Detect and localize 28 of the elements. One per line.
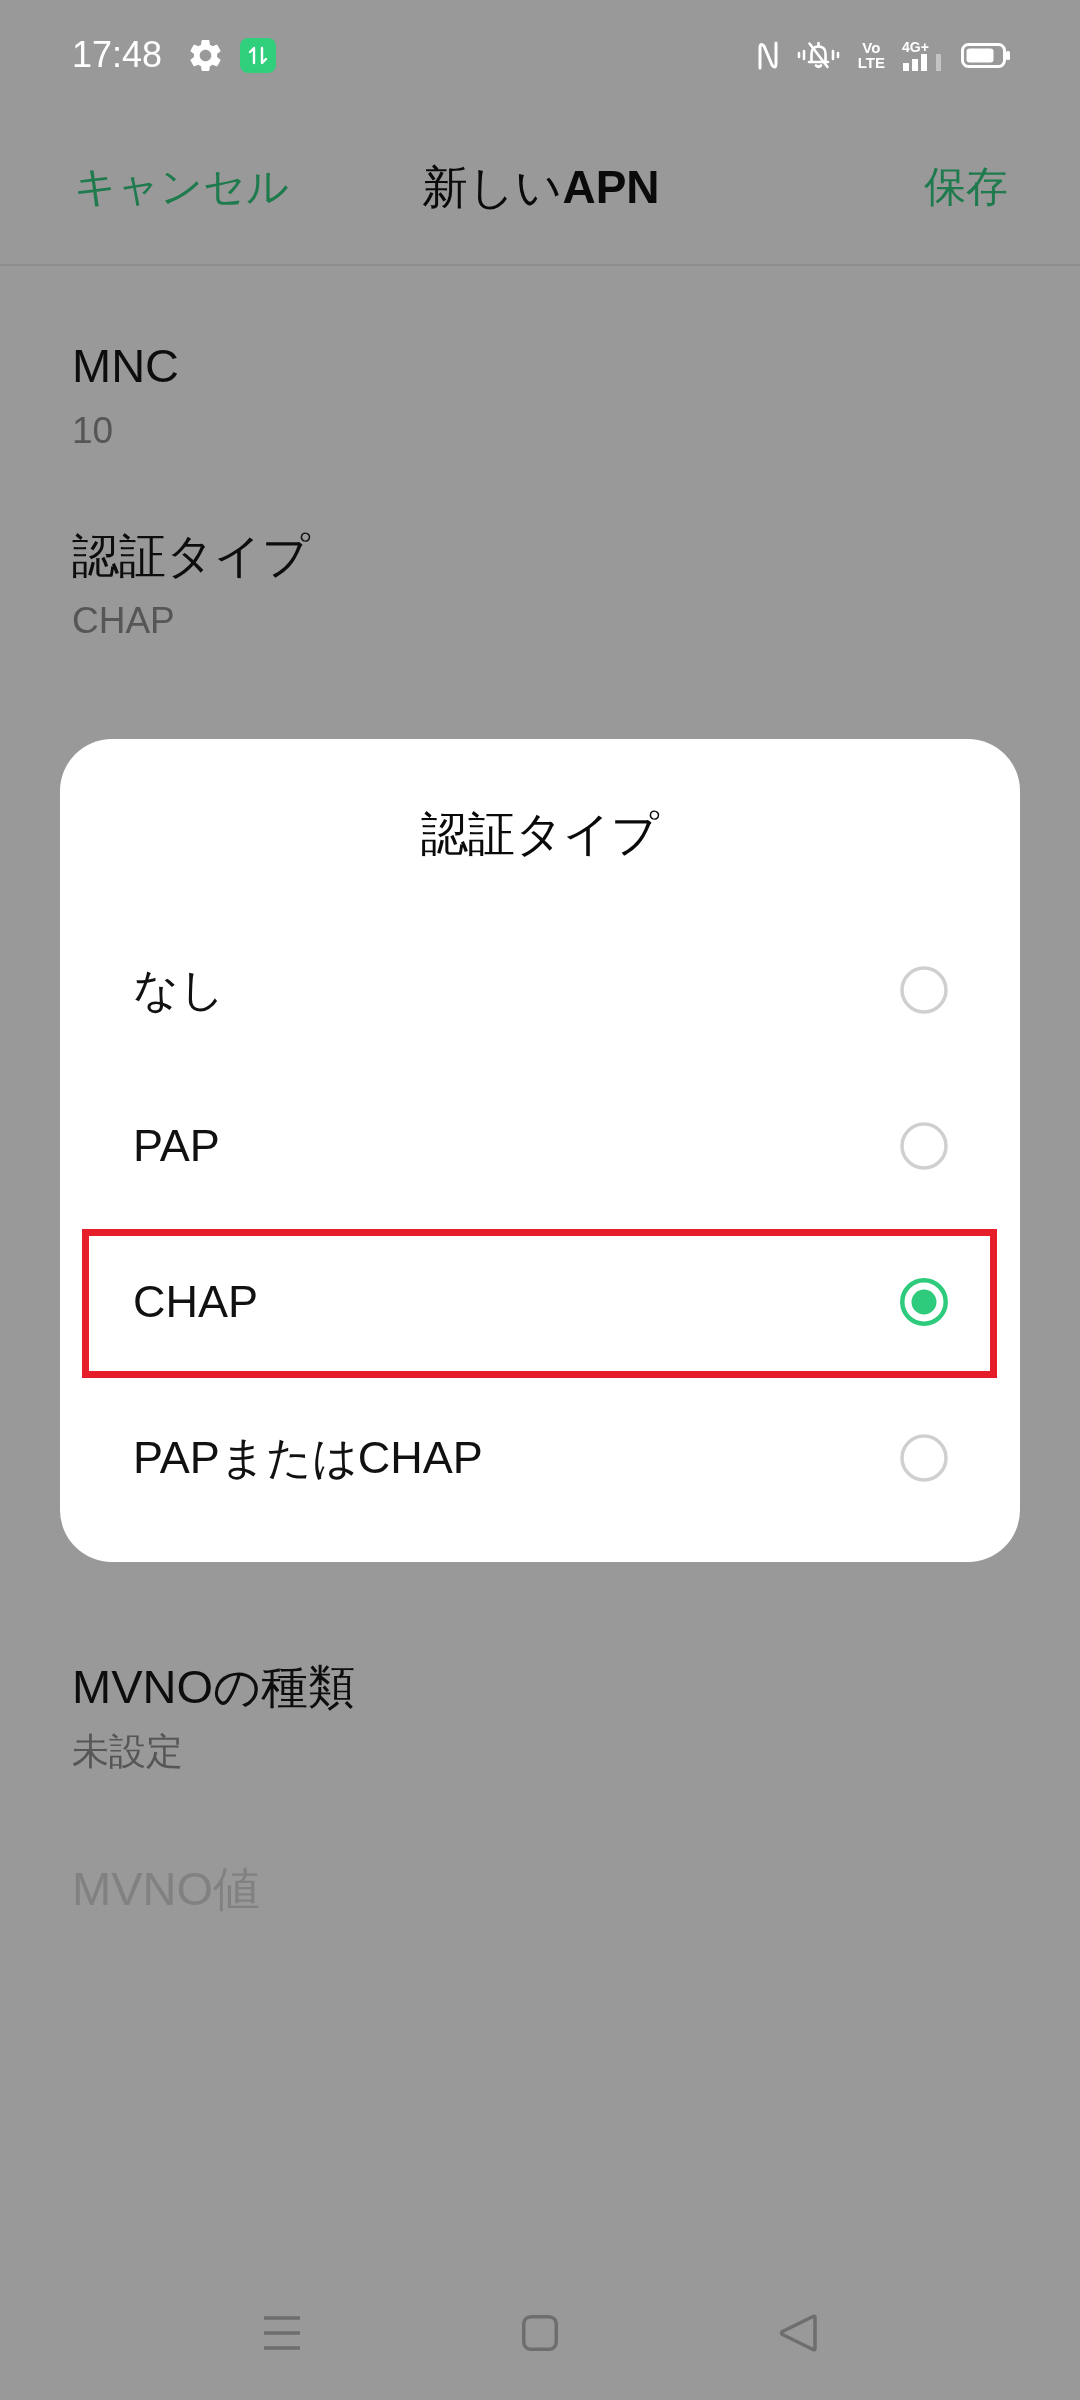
option-label[interactable]: PAPまたはCHAP [133,1430,483,1486]
radio-button[interactable] [900,1278,948,1326]
radio-button[interactable] [900,1434,948,1482]
setting-value: 10 [72,409,114,453]
nfc-icon [756,39,779,71]
menu-icon[interactable] [264,2316,300,2350]
setting-label[interactable]: MNC [72,336,180,396]
clock-time: 17:48 [72,35,163,75]
setting-label[interactable]: 認証タイプ [72,526,310,586]
page-title: 新しいAPN [422,160,660,215]
battery-icon [961,42,1010,68]
muted-bell-icon [795,40,841,70]
option-label[interactable]: なし [133,962,225,1018]
radio-button[interactable] [900,966,948,1014]
settings-icon [190,39,222,71]
setting-value: CHAP [72,599,175,643]
dialog-title: 認証タイプ [421,806,659,862]
square-icon[interactable] [522,2315,558,2351]
radio-button[interactable] [900,1122,948,1170]
setting-label[interactable]: MVNOの種類 [72,1657,355,1717]
signal-icon [902,53,944,71]
setting-value: 未設定 [72,1730,183,1774]
volte-indicator: Vo LTE [857,40,885,70]
option-label[interactable]: CHAP [133,1274,259,1330]
up-down-arrows-icon [240,37,277,73]
option-label[interactable]: PAP [133,1118,220,1174]
left-triangle-icon[interactable] [779,2313,817,2353]
network-type-label: 4G+ [902,39,929,54]
